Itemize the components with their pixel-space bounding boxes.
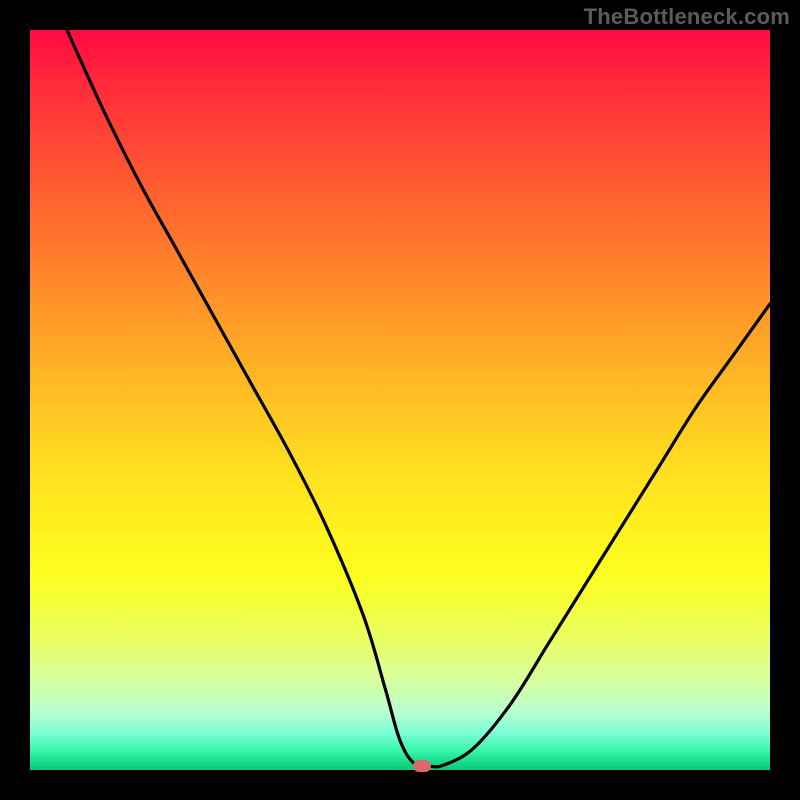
plot-area [30, 30, 770, 770]
watermark-text: TheBottleneck.com [584, 4, 790, 30]
curve-svg [30, 30, 770, 770]
bottleneck-marker [413, 760, 431, 772]
bottleneck-curve-path [67, 30, 770, 767]
chart-frame: TheBottleneck.com [0, 0, 800, 800]
